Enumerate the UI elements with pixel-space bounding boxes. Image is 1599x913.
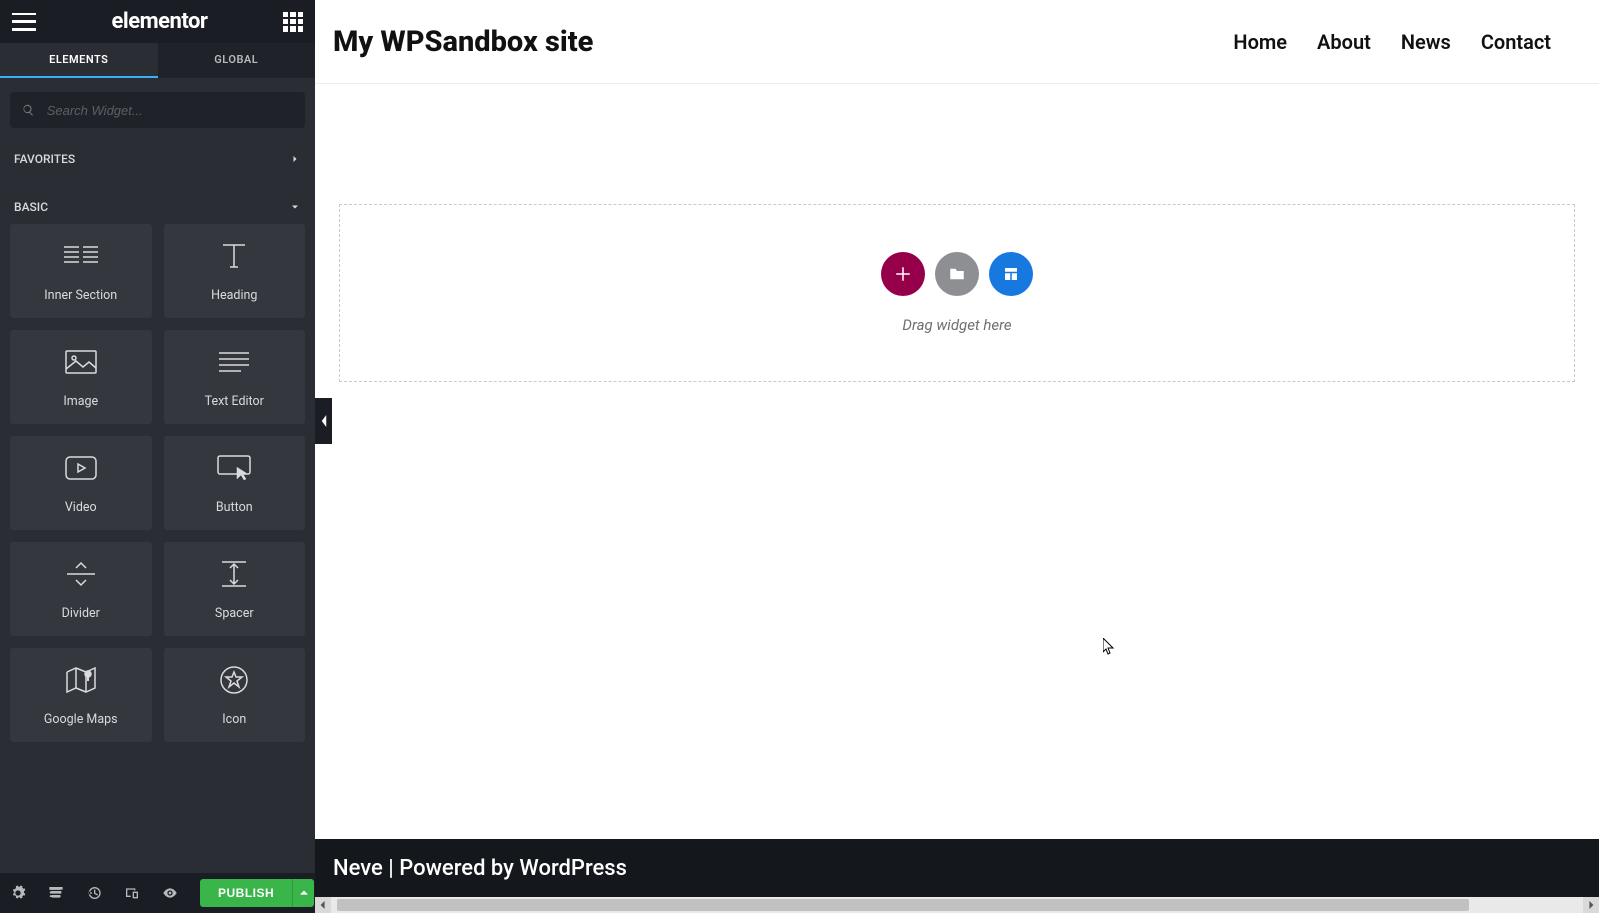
publish-group: PUBLISH <box>200 879 314 907</box>
navigator-icon[interactable] <box>48 885 64 901</box>
preview-pane: My WPSandbox site Home About News Contac… <box>315 0 1599 913</box>
add-template-button[interactable] <box>989 252 1033 296</box>
widget-google-maps[interactable]: Google Maps <box>10 648 152 742</box>
horizontal-scrollbar[interactable] <box>315 897 1599 913</box>
widget-label: Google Maps <box>44 712 118 727</box>
image-icon <box>65 346 97 378</box>
inner-section-icon <box>64 240 98 272</box>
video-icon <box>65 452 97 484</box>
triangle-left-icon <box>319 901 327 909</box>
scroll-right-button[interactable] <box>1583 897 1599 913</box>
triangle-right-icon <box>1587 901 1595 909</box>
widget-inner-section[interactable]: Inner Section <box>10 224 152 318</box>
map-icon <box>66 664 96 696</box>
preview-icon[interactable] <box>162 885 178 901</box>
menu-icon[interactable] <box>12 13 36 31</box>
publish-button[interactable]: PUBLISH <box>200 879 292 907</box>
widget-button[interactable]: Button <box>164 436 306 530</box>
tab-global[interactable]: GLOBAL <box>158 43 316 78</box>
search-icon <box>22 103 35 117</box>
publish-options-button[interactable] <box>292 879 314 907</box>
widget-spacer[interactable]: Spacer <box>164 542 306 636</box>
nav-news[interactable]: News <box>1401 30 1451 54</box>
section-favorites-label: FAVORITES <box>14 152 75 166</box>
widget-label: Button <box>216 500 253 515</box>
widget-label: Video <box>65 500 97 515</box>
widget-label: Icon <box>222 712 246 727</box>
widget-label: Spacer <box>215 606 254 621</box>
widget-label: Heading <box>211 288 257 303</box>
site-footer: Neve | Powered by WordPress <box>315 839 1599 897</box>
scroll-left-button[interactable] <box>315 897 331 913</box>
caret-up-icon <box>300 889 308 897</box>
footer-sep: | <box>383 856 399 881</box>
sidebar-tabs: ELEMENTS GLOBAL <box>0 43 315 78</box>
widget-heading[interactable]: Heading <box>164 224 306 318</box>
settings-icon[interactable] <box>10 885 26 901</box>
sidebar-footer: PUBLISH <box>0 873 315 913</box>
widget-divider[interactable]: Divider <box>10 542 152 636</box>
widget-label: Image <box>63 394 98 409</box>
widget-label: Divider <box>62 606 100 621</box>
search-container <box>0 78 315 138</box>
template-icon <box>1002 265 1020 283</box>
apps-grid-icon[interactable] <box>283 12 303 32</box>
brand-logo: elementor <box>112 9 208 34</box>
editor-canvas[interactable]: Drag widget here <box>315 84 1599 839</box>
plus-icon <box>894 265 912 283</box>
elementor-sidebar: elementor ELEMENTS GLOBAL FAVORITES BASI… <box>0 0 315 913</box>
nav-contact[interactable]: Contact <box>1481 30 1551 54</box>
sidebar-header: elementor <box>0 0 315 43</box>
nav-about[interactable]: About <box>1317 30 1371 54</box>
history-icon[interactable] <box>86 885 102 901</box>
chevron-right-icon <box>289 153 301 165</box>
divider-icon <box>66 558 96 590</box>
search-input[interactable] <box>47 103 293 118</box>
widget-image[interactable]: Image <box>10 330 152 424</box>
section-basic[interactable]: BASIC <box>0 186 315 224</box>
search-box[interactable] <box>10 92 305 128</box>
site-title[interactable]: My WPSandbox site <box>333 25 593 59</box>
primary-nav: Home About News Contact <box>1233 30 1551 54</box>
responsive-icon[interactable] <box>124 885 140 901</box>
footer-text: Powered by WordPress <box>399 856 627 881</box>
nav-home[interactable]: Home <box>1233 30 1287 54</box>
footer-theme-link[interactable]: Neve <box>333 856 383 881</box>
widget-icon[interactable]: Icon <box>164 648 306 742</box>
widget-video[interactable]: Video <box>10 436 152 530</box>
spacer-icon <box>221 558 247 590</box>
star-circle-icon <box>219 664 249 696</box>
mouse-cursor <box>1103 638 1115 656</box>
scroll-thumb[interactable] <box>337 899 1469 911</box>
text-editor-icon <box>218 346 250 378</box>
site-header: My WPSandbox site Home About News Contac… <box>315 0 1599 84</box>
widget-label: Inner Section <box>44 288 117 303</box>
add-section-dropzone[interactable]: Drag widget here <box>339 204 1575 382</box>
chevron-down-icon <box>289 201 301 213</box>
section-basic-label: BASIC <box>14 200 48 214</box>
add-template-folder-button[interactable] <box>935 252 979 296</box>
widgets-grid: Inner Section Heading Image Text Editor … <box>0 224 315 742</box>
button-icon <box>217 452 251 484</box>
section-favorites[interactable]: FAVORITES <box>0 138 315 176</box>
tab-elements[interactable]: ELEMENTS <box>0 43 158 78</box>
chevron-left-icon <box>320 415 328 427</box>
collapse-sidebar-button[interactable] <box>315 398 332 444</box>
heading-icon <box>217 240 251 272</box>
widget-label: Text Editor <box>205 394 264 409</box>
folder-icon <box>948 265 966 283</box>
widget-text-editor[interactable]: Text Editor <box>164 330 306 424</box>
dropzone-hint: Drag widget here <box>902 316 1011 334</box>
dropzone-buttons <box>881 252 1033 296</box>
add-section-button[interactable] <box>881 252 925 296</box>
